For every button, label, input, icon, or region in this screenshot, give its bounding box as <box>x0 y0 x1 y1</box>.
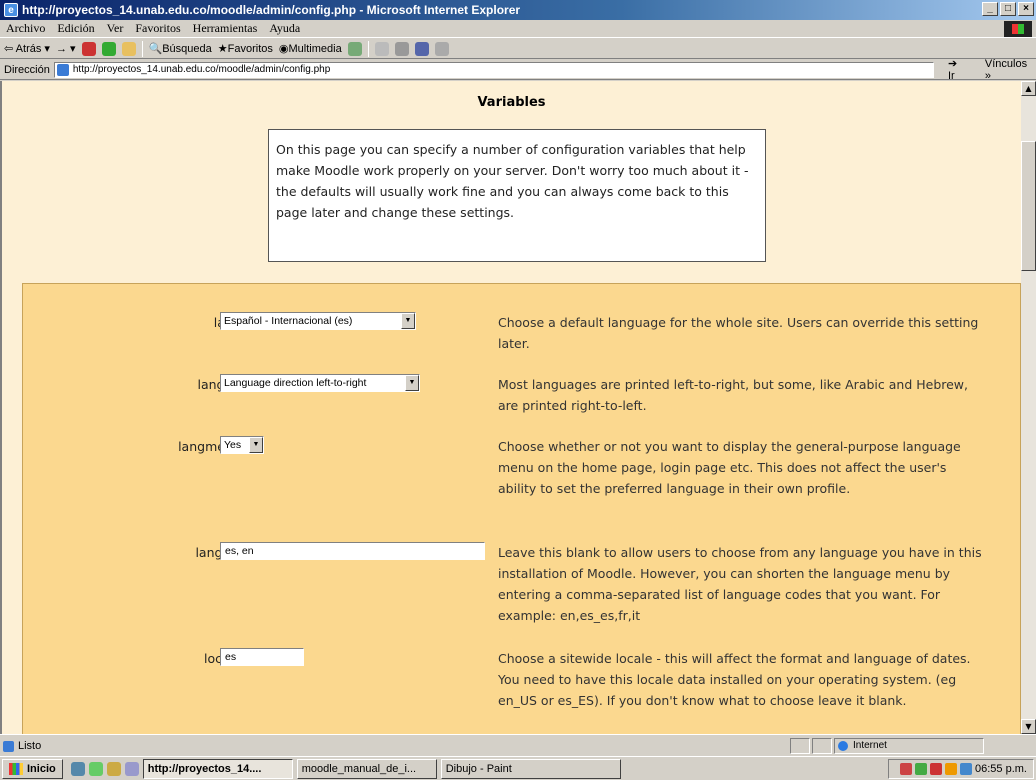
maximize-button[interactable]: □ <box>1000 2 1016 16</box>
menu-ayuda[interactable]: Ayuda <box>269 21 300 36</box>
page-title: Variables <box>477 95 546 110</box>
scroll-up-button[interactable]: ▲ <box>1021 81 1036 96</box>
tray-icon[interactable] <box>900 763 913 775</box>
forward-button[interactable]: → ▾ <box>56 42 76 55</box>
page-icon <box>56 63 69 76</box>
menu-ver[interactable]: Ver <box>107 21 124 36</box>
toolbar: ⇦ Atrás ▾ → ▾ 🔍Búsqueda ★Favoritos ◉Mult… <box>0 39 1036 59</box>
tray-icon[interactable] <box>930 763 943 775</box>
multimedia-button[interactable]: ◉Multimedia <box>279 42 342 55</box>
clock: 06:55 p.m. <box>975 763 1027 775</box>
taskbar: Inicio http://proyectos_14.... moodle_ma… <box>0 756 1036 780</box>
windows-logo-icon <box>9 762 23 775</box>
minimize-button[interactable]: _ <box>982 2 998 16</box>
address-label: Dirección <box>4 63 50 76</box>
setting-description: Choose a sitewide locale - this will aff… <box>498 651 971 708</box>
vertical-scrollbar[interactable]: ▲ ▼ <box>1021 81 1036 734</box>
langdir-select[interactable]: Language direction left-to-right ▼ <box>220 374 420 392</box>
discuss-icon[interactable] <box>434 41 449 56</box>
scroll-thumb[interactable] <box>1021 141 1036 271</box>
system-tray: 06:55 p.m. <box>888 759 1034 779</box>
chevron-down-icon: ▼ <box>401 313 415 329</box>
window-title-bar: e http://proyectos_14.unab.edu.co/moodle… <box>0 0 1036 20</box>
chevron-down-icon: ▼ <box>249 437 263 453</box>
window-title: http://proyectos_14.unab.edu.co/moodle/a… <box>22 3 521 17</box>
stop-icon[interactable] <box>81 41 96 56</box>
task-paint[interactable]: Dibujo - Paint <box>440 758 621 779</box>
outlook-icon[interactable] <box>106 761 121 776</box>
page: Variables On this page you can specify a… <box>2 81 1021 734</box>
back-button[interactable]: ⇦ Atrás ▾ <box>4 42 50 55</box>
refresh-icon[interactable] <box>101 41 116 56</box>
go-button[interactable]: ➔ Ir <box>948 57 967 82</box>
langmenu-select[interactable]: Yes ▼ <box>220 436 264 454</box>
setting-description: Choose a default language for the whole … <box>498 315 979 351</box>
quick-launch <box>70 761 139 776</box>
locale-input[interactable]: es <box>220 648 304 666</box>
ie-icon: e <box>4 3 18 17</box>
lang-select[interactable]: Español - Internacional (es) ▼ <box>220 312 416 330</box>
home-icon[interactable] <box>121 41 136 56</box>
menu-herramientas[interactable]: Herramientas <box>193 21 258 36</box>
mail-icon[interactable] <box>374 41 389 56</box>
settings-panel: lang: Español - Internacional (es)▼ Choo… <box>22 283 1021 734</box>
links-button[interactable]: Vínculos » <box>985 58 1036 82</box>
tray-icon[interactable] <box>960 763 973 775</box>
tray-icon[interactable] <box>945 763 958 775</box>
langlist-input[interactable]: es, en <box>220 542 485 560</box>
menu-edicion[interactable]: Edición <box>57 21 94 36</box>
chevron-down-icon: ▼ <box>405 375 419 391</box>
menu-favoritos[interactable]: Favoritos <box>135 21 180 36</box>
windows-flag-icon <box>1004 21 1032 37</box>
print-icon[interactable] <box>394 41 409 56</box>
page-viewport: Variables On this page you can specify a… <box>0 81 1021 734</box>
edit-icon[interactable] <box>414 41 429 56</box>
favorites-button[interactable]: ★Favoritos <box>218 42 273 55</box>
media-icon[interactable] <box>124 761 139 776</box>
intro-box: On this page you can specify a number of… <box>268 129 766 262</box>
scroll-down-button[interactable]: ▼ <box>1021 719 1036 734</box>
search-button[interactable]: 🔍Búsqueda <box>149 42 212 55</box>
setting-description: Choose whether or not you want to displa… <box>498 439 961 496</box>
setting-description: Leave this blank to allow users to choos… <box>498 545 982 623</box>
close-button[interactable]: × <box>1018 2 1034 16</box>
menu-archivo[interactable]: Archivo <box>6 21 45 36</box>
start-button[interactable]: Inicio <box>2 758 63 779</box>
task-ie[interactable]: http://proyectos_14.... <box>142 758 293 779</box>
status-bar: Listo Internet <box>0 734 1036 756</box>
menu-bar: Archivo Edición Ver Favoritos Herramient… <box>0 20 1036 38</box>
history-icon[interactable] <box>347 41 362 56</box>
status-text: Listo <box>0 740 790 752</box>
security-zone: Internet <box>834 737 984 754</box>
ie-quicklaunch-icon[interactable] <box>70 761 85 776</box>
address-bar: Dirección http://proyectos_14.unab.edu.c… <box>0 57 1036 82</box>
task-word[interactable]: moodle_manual_de_i... <box>296 758 437 779</box>
tray-icon[interactable] <box>915 763 928 775</box>
desktop-icon[interactable] <box>88 761 103 776</box>
setting-description: Most languages are printed left-to-right… <box>498 377 969 413</box>
address-input[interactable]: http://proyectos_14.unab.edu.co/moodle/a… <box>53 61 934 78</box>
